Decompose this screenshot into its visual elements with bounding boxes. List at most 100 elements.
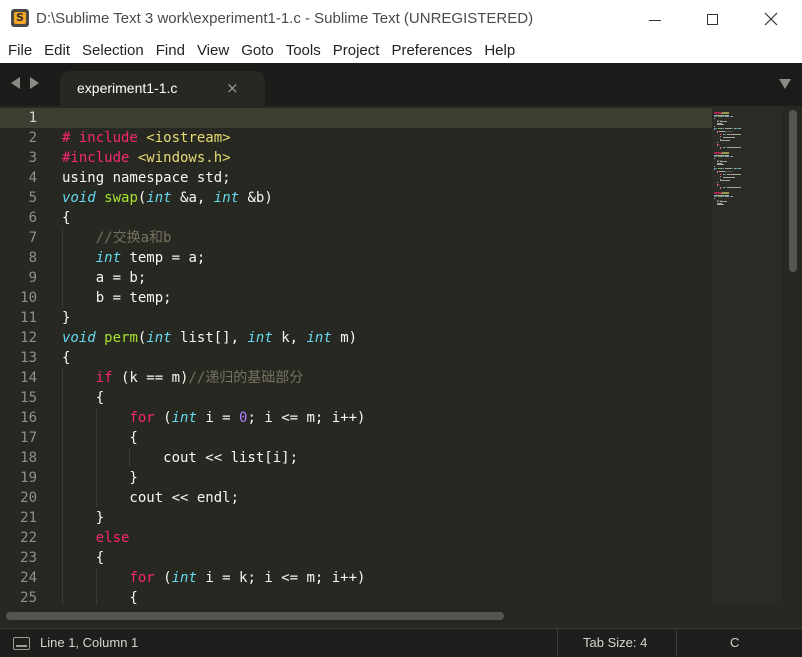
code-token: using namespace std; [62, 170, 231, 186]
minimap-mark [730, 174, 742, 175]
code-token: <windows.h> [137, 150, 231, 166]
close-button[interactable] [748, 0, 794, 38]
minimap-mark [720, 140, 730, 142]
menu-selection[interactable]: Selection [76, 42, 150, 59]
window-title: D:\Sublime Text 3 work\experiment1-1.c -… [36, 10, 534, 27]
code-line: } [62, 308, 70, 328]
minimize-button[interactable] [632, 0, 678, 38]
vertical-scrollbar[interactable] [785, 106, 802, 606]
menu-help[interactable]: Help [478, 42, 521, 59]
line-number: 20 [20, 490, 37, 506]
code-token: } [62, 310, 71, 326]
status-syntax[interactable]: C [730, 635, 739, 650]
line-number: 24 [20, 570, 37, 586]
code-line: { [62, 428, 137, 448]
vertical-scroll-thumb[interactable] [789, 110, 797, 272]
code-token: { [62, 550, 105, 566]
status-tab-size[interactable]: Tab Size: 4 [583, 635, 647, 650]
code-token: int [171, 570, 197, 586]
line-number: 25 [20, 590, 37, 606]
maximize-icon [706, 13, 718, 25]
code-line: cout << endl; [62, 488, 239, 508]
tab-close-icon[interactable]: × [226, 79, 239, 97]
code-token: cout << endl; [62, 490, 240, 506]
code-token: b = temp; [62, 290, 172, 306]
code-editor[interactable]: 1 2 3 4 5 6 7 8 9 10 11 12 13 14 15 16 17 18 19 20 21 22 23 24 2… [0, 106, 802, 606]
minimap-mark [731, 127, 734, 129]
line-number: 22 [20, 530, 37, 546]
minimap-mark [723, 177, 735, 179]
code-token: i = k; i <= m; i++) [196, 570, 366, 586]
code-line: if (k == m)//递归的基础部分 [62, 368, 304, 388]
horizontal-scrollbar[interactable] [0, 606, 802, 628]
code-line: void perm(int list[], int k, int m) [62, 328, 357, 348]
line-number: 13 [20, 350, 37, 366]
minimap-mark [728, 196, 731, 198]
line-number: 4 [28, 170, 37, 186]
tab-nav-left-icon[interactable] [11, 77, 20, 89]
minimap-mark [722, 167, 725, 169]
code-token: int [146, 190, 172, 206]
status-separator [557, 629, 558, 657]
code-token: { [62, 390, 105, 406]
horizontal-scroll-thumb[interactable] [6, 612, 504, 620]
minimap-mark [720, 135, 721, 137]
tab-label: experiment1-1.c [77, 80, 178, 96]
minimap-mark [725, 170, 732, 172]
minimap-mark [723, 146, 726, 148]
menu-view[interactable]: View [191, 42, 235, 59]
minimap-mark [736, 167, 739, 169]
menu-project[interactable]: Project [327, 42, 386, 59]
minimap-mark [730, 134, 742, 135]
code-token: { [62, 590, 138, 606]
code-line: { [62, 548, 104, 568]
code-token: //递归的基础部分 [188, 370, 304, 386]
code-token: # include [62, 130, 147, 146]
line-number: 1 [28, 110, 37, 126]
code-token: ( [154, 570, 172, 586]
minimap-mark [726, 186, 741, 188]
minimap-mark [722, 156, 725, 158]
panel-toggle-icon[interactable] [13, 637, 30, 650]
minimap-mark [731, 167, 734, 169]
menu-goto[interactable]: Goto [235, 42, 280, 59]
minimap-mark [717, 164, 724, 166]
minimap-mark [723, 137, 735, 139]
menu-edit[interactable]: Edit [38, 42, 76, 59]
minimap-mark [714, 169, 715, 171]
tab-nav-right-icon[interactable] [30, 77, 39, 89]
menu-file[interactable]: File [2, 42, 38, 59]
line-number: 21 [20, 510, 37, 526]
minimap-mark [739, 167, 741, 169]
code-token: ( [154, 410, 172, 426]
code-line: else [62, 528, 130, 548]
code-token: if [95, 370, 113, 386]
menu-find[interactable]: Find [150, 42, 191, 59]
code-token: k, [272, 330, 307, 346]
code-token: perm [104, 330, 138, 346]
tab-experiment1-1[interactable]: experiment1-1.c × [60, 71, 265, 106]
menu-preferences[interactable]: Preferences [385, 42, 478, 59]
code-token: int [95, 250, 122, 266]
code-line: using namespace std; [62, 168, 231, 188]
minimap-mark [720, 175, 721, 177]
code-line: //交换a和b [62, 228, 172, 248]
minimap-mark [728, 156, 731, 158]
menu-tools[interactable]: Tools [280, 42, 327, 59]
line-number: 16 [20, 410, 37, 426]
code-line: { [62, 388, 104, 408]
close-icon [764, 12, 778, 26]
status-cursor-position: Line 1, Column 1 [40, 635, 139, 650]
code-token: { [62, 210, 71, 226]
minimap-mark [717, 145, 718, 147]
line-number-gutter: 1 2 3 4 5 6 7 8 9 10 11 12 13 14 15 16 17 18 19 20 21 22 23 24 2… [0, 106, 55, 606]
tab-dropdown-icon[interactable] [779, 79, 791, 89]
maximize-button[interactable] [689, 0, 735, 38]
minimap[interactable] [712, 106, 782, 606]
code-line: b = temp; [62, 288, 172, 308]
minimap-mark [736, 127, 739, 129]
